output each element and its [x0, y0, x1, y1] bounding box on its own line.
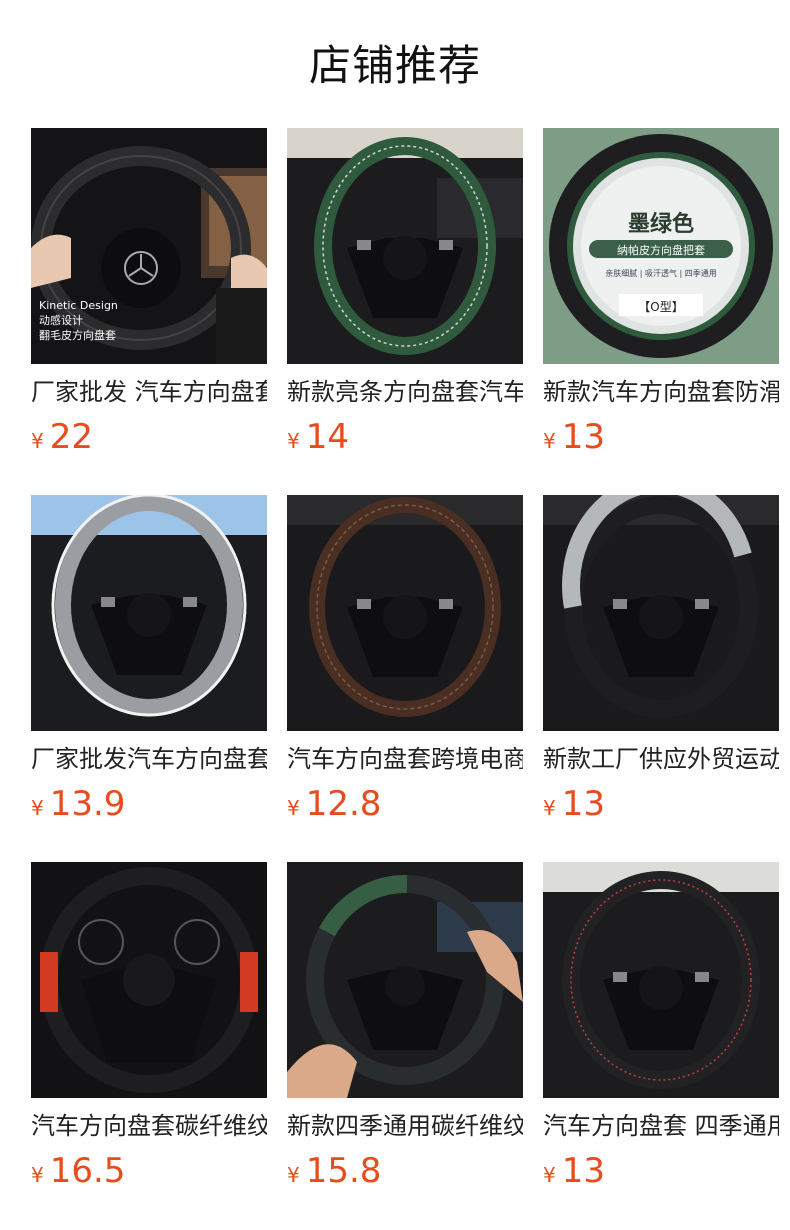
currency-symbol: ¥: [287, 429, 300, 453]
product-card[interactable]: 汽车方向盘套碳纤维纹 ¥16.5: [31, 862, 267, 1207]
product-price: ¥16.5: [31, 1150, 125, 1192]
product-price: ¥13: [543, 1150, 605, 1192]
product-price: ¥13: [543, 416, 605, 458]
product-card[interactable]: Kinetic Design 动感设计 翻毛皮方向盘套 厂家批发 汽车方向盘套 …: [31, 128, 267, 473]
product-card[interactable]: 汽车方向盘套 四季通用 ¥13: [543, 862, 779, 1207]
product-image[interactable]: [287, 495, 523, 731]
product-image[interactable]: [543, 495, 779, 731]
image-caption: 墨绿色: [627, 212, 694, 237]
price-value: 22: [49, 417, 93, 457]
image-caption: 动感设计: [39, 314, 83, 327]
currency-symbol: ¥: [31, 796, 44, 820]
page-title: 店铺推荐: [308, 41, 481, 90]
currency-symbol: ¥: [31, 1163, 44, 1187]
currency-symbol: ¥: [543, 1163, 556, 1187]
product-price: ¥12.8: [287, 783, 381, 825]
product-price: ¥13: [543, 783, 605, 825]
image-caption: Kinetic Design: [39, 299, 118, 312]
product-image[interactable]: [31, 862, 267, 1098]
product-card[interactable]: 新款亮条方向盘套汽车 ¥14: [287, 128, 523, 473]
steering-wheel-photo: [31, 862, 267, 1098]
product-card[interactable]: 新款工厂供应外贸运动 ¥13: [543, 495, 779, 840]
product-card[interactable]: 汽车方向盘套跨境电商 ¥12.8: [287, 495, 523, 840]
image-caption: 亲肤细腻 | 吸汗透气 | 四季通用: [605, 269, 717, 278]
product-name[interactable]: 汽车方向盘套 四季通用: [543, 1110, 779, 1142]
product-image[interactable]: Kinetic Design 动感设计 翻毛皮方向盘套: [31, 128, 267, 364]
product-card[interactable]: 新款四季通用碳纤维纹 ¥15.8: [287, 862, 523, 1207]
product-name[interactable]: 新款工厂供应外贸运动: [543, 743, 779, 775]
steering-wheel-photo: [287, 862, 523, 1098]
image-caption: 【O型】: [638, 300, 684, 314]
currency-symbol: ¥: [31, 429, 44, 453]
steering-wheel-photo: [287, 495, 523, 731]
currency-symbol: ¥: [287, 796, 300, 820]
product-name[interactable]: 新款汽车方向盘套防滑: [543, 376, 779, 408]
price-value: 13.9: [49, 784, 126, 824]
image-caption: 纳帕皮方向盘把套: [617, 244, 705, 257]
steering-wheel-photo: [31, 495, 267, 731]
product-price: ¥14: [287, 416, 349, 458]
product-name[interactable]: 汽车方向盘套跨境电商: [287, 743, 523, 775]
price-value: 14: [305, 417, 349, 457]
currency-symbol: ¥: [287, 1163, 300, 1187]
price-value: 15.8: [305, 1151, 382, 1191]
currency-symbol: ¥: [543, 796, 556, 820]
steering-wheel-photo: [287, 128, 523, 364]
price-value: 13: [561, 417, 605, 457]
product-image[interactable]: [287, 128, 523, 364]
product-image[interactable]: [543, 862, 779, 1098]
image-caption: 翻毛皮方向盘套: [39, 329, 116, 342]
price-value: 13: [561, 784, 605, 824]
product-image[interactable]: [287, 862, 523, 1098]
price-value: 12.8: [305, 784, 382, 824]
price-value: 13: [561, 1151, 605, 1191]
product-card[interactable]: 墨绿色 纳帕皮方向盘把套 亲肤细腻 | 吸汗透气 | 四季通用 【O型】 新款汽…: [543, 128, 779, 473]
product-price: ¥13.9: [31, 783, 125, 825]
product-price: ¥22: [31, 416, 93, 458]
product-name[interactable]: 汽车方向盘套碳纤维纹: [31, 1110, 267, 1142]
product-name[interactable]: 新款亮条方向盘套汽车: [287, 376, 523, 408]
product-price: ¥15.8: [287, 1150, 381, 1192]
steering-wheel-photo: [543, 495, 779, 731]
price-value: 16.5: [49, 1151, 126, 1191]
product-name[interactable]: 新款四季通用碳纤维纹: [287, 1110, 523, 1142]
product-card[interactable]: 厂家批发汽车方向盘套 ¥13.9: [31, 495, 267, 840]
product-image[interactable]: [31, 495, 267, 731]
product-name[interactable]: 厂家批发汽车方向盘套: [31, 743, 267, 775]
steering-wheel-photo: [543, 862, 779, 1098]
product-name[interactable]: 厂家批发 汽车方向盘套: [31, 376, 267, 408]
product-image[interactable]: 墨绿色 纳帕皮方向盘把套 亲肤细腻 | 吸汗透气 | 四季通用 【O型】: [543, 128, 779, 364]
currency-symbol: ¥: [543, 429, 556, 453]
